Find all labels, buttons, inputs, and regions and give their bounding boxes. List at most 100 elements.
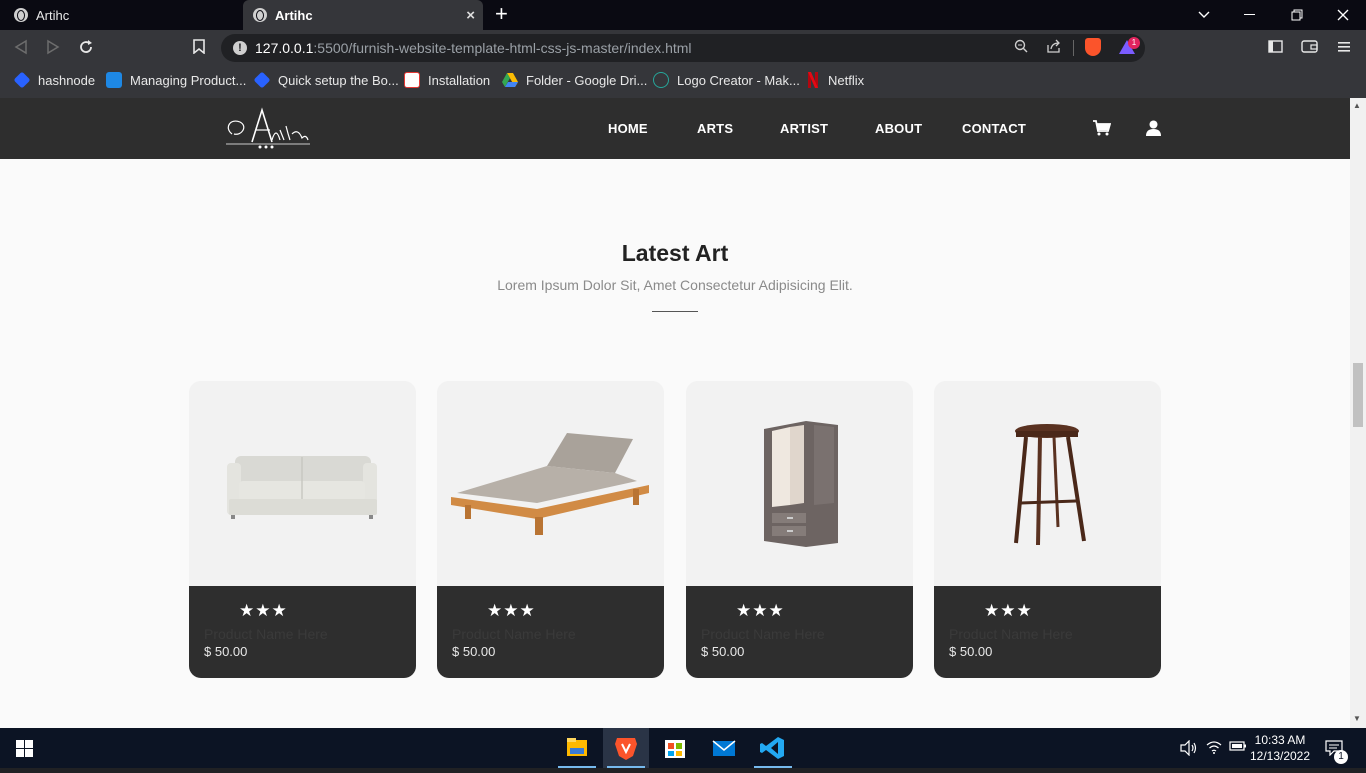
product-image-lounger[interactable] [437, 381, 664, 586]
windows-start-icon[interactable] [16, 740, 33, 762]
new-tab-button[interactable]: + [495, 3, 508, 25]
user-icon[interactable] [1146, 120, 1161, 141]
section-subtitle: Lorem Ipsum Dolor Sit, Amet Consectetur … [497, 277, 853, 293]
bookmark-label: Quick setup the Bo... [278, 72, 399, 88]
system-clock[interactable]: 10:33 AM 12/13/2022 [1248, 732, 1312, 764]
product-info: ★★★ Product Name Here $ 50.00 [437, 586, 664, 678]
nav-artist[interactable]: ARTIST [780, 121, 828, 136]
browser-toolbar: ! 127.0.0.1:5500/furnish-website-templat… [0, 30, 1366, 66]
restore-icon[interactable] [1291, 0, 1303, 30]
product-icon [106, 72, 122, 88]
bookmark-label: Logo Creator - Mak... [677, 72, 800, 88]
product-info: ★★★ Product Name Here $ 50.00 [934, 586, 1161, 678]
back-icon[interactable] [14, 39, 28, 60]
product-price: $ 50.00 [452, 644, 496, 659]
bookmark-item[interactable]: Logo Creator - Mak... [653, 72, 800, 88]
product-image-bar-stool[interactable] [934, 381, 1161, 586]
web-page: HOME ARTS ARTIST ABOUT CONTACT Latest Ar… [0, 98, 1350, 728]
windows-taskbar: 10:33 AM 12/13/2022 1 [0, 728, 1366, 768]
bookmark-item[interactable]: Installation [404, 72, 490, 88]
rating-stars: ★★★ [984, 601, 1033, 620]
bookmark-item[interactable]: Quick setup the Bo... [253, 71, 399, 89]
globe-icon [253, 8, 267, 22]
product-price: $ 50.00 [701, 644, 745, 659]
share-icon[interactable] [1046, 39, 1062, 56]
clock-time: 10:33 AM [1254, 733, 1306, 747]
file-explorer-icon[interactable] [554, 728, 600, 768]
page-scrollbar[interactable]: ▲ ▼ [1350, 98, 1366, 728]
browser-tab-active[interactable]: Artihc × [243, 0, 483, 30]
section-title: Latest Art [621, 240, 729, 266]
installation-icon [404, 72, 420, 88]
nav-home[interactable]: HOME [608, 121, 648, 136]
mail-icon[interactable] [701, 728, 747, 768]
title-divider [652, 311, 698, 312]
product-name[interactable]: Product Name Here [701, 626, 825, 642]
address-bar[interactable]: ! 127.0.0.1:5500/furnish-website-templat… [221, 34, 1145, 62]
wallet-icon[interactable] [1301, 40, 1318, 58]
vs-code-icon[interactable] [750, 728, 796, 768]
bookmark-item[interactable]: Netflix [808, 72, 864, 88]
product-name[interactable]: Product Name Here [452, 626, 576, 642]
product-card[interactable]: ★★★ Product Name Here $ 50.00 [437, 381, 664, 678]
tab-search-icon[interactable] [1198, 0, 1210, 30]
bookmark-label: Netflix [828, 72, 865, 88]
hashnode-icon [13, 71, 31, 89]
product-name[interactable]: Product Name Here [204, 626, 328, 642]
scroll-up-arrow-icon[interactable]: ▲ [1353, 101, 1361, 110]
nav-about[interactable]: ABOUT [875, 121, 922, 136]
netflix-icon [808, 72, 820, 88]
bookmark-item[interactable]: hashnode [13, 71, 95, 89]
product-card[interactable]: ★★★ Product Name Here $ 50.00 [686, 381, 913, 678]
nav-contact[interactable]: CONTACT [962, 121, 1026, 136]
bookmark-label: Managing Product... [130, 72, 247, 88]
minimize-icon[interactable] [1244, 0, 1255, 30]
browser-tab[interactable]: Artihc [0, 0, 243, 30]
close-tab-icon[interactable]: × [466, 7, 475, 24]
bookmark-icon[interactable] [193, 39, 205, 59]
diamond-icon [253, 71, 271, 89]
microsoft-store-icon[interactable] [652, 728, 698, 768]
sidebar-icon[interactable] [1268, 40, 1283, 58]
site-header: HOME ARTS ARTIST ABOUT CONTACT [0, 98, 1350, 159]
brave-shields-icon[interactable] [1085, 38, 1101, 56]
scroll-thumb[interactable] [1353, 363, 1363, 427]
reload-icon[interactable] [78, 39, 94, 60]
site-info-icon[interactable]: ! [233, 41, 247, 55]
scroll-down-arrow-icon[interactable]: ▼ [1353, 714, 1361, 723]
forward-icon[interactable] [46, 39, 60, 60]
product-name[interactable]: Product Name Here [949, 626, 1073, 642]
bookmark-label: Installation [428, 72, 491, 88]
bookmarks-bar: hashnode Managing Product... Quick setup… [0, 66, 1366, 98]
product-image-wardrobe[interactable] [686, 381, 913, 586]
toolbar-divider [1073, 40, 1074, 56]
product-card[interactable]: ★★★ Product Name Here $ 50.00 [934, 381, 1161, 678]
battery-icon[interactable] [1229, 740, 1247, 755]
close-window-icon[interactable] [1337, 0, 1349, 30]
product-info: ★★★ Product Name Here $ 50.00 [686, 586, 913, 678]
google-drive-icon [502, 72, 518, 88]
product-image-sofa[interactable] [189, 381, 416, 586]
product-card[interactable]: ★★★ Product Name Here $ 50.00 [189, 381, 416, 678]
logo-creator-icon [653, 72, 669, 88]
notification-badge: 1 [1334, 750, 1348, 764]
url-text[interactable]: 127.0.0.1:5500/furnish-website-template-… [255, 40, 692, 56]
artihc-logo[interactable] [222, 104, 312, 152]
menu-icon[interactable] [1338, 40, 1350, 58]
product-price: $ 50.00 [204, 644, 248, 659]
bookmark-item[interactable]: Folder - Google Dri... [502, 72, 647, 88]
rating-stars: ★★★ [239, 601, 288, 620]
wifi-icon[interactable] [1206, 740, 1222, 757]
rating-stars: ★★★ [487, 601, 536, 620]
zoom-icon[interactable] [1014, 39, 1028, 56]
nav-arts[interactable]: ARTS [697, 121, 733, 136]
volume-icon[interactable] [1180, 739, 1198, 759]
tab-title: Artihc [275, 7, 313, 23]
browser-tab-bar: Artihc Artihc × + [0, 0, 1366, 30]
brave-browser-icon[interactable] [603, 728, 649, 768]
product-info: ★★★ Product Name Here $ 50.00 [189, 586, 416, 678]
bookmark-label: Folder - Google Dri... [526, 72, 648, 88]
product-price: $ 50.00 [949, 644, 993, 659]
cart-icon[interactable] [1093, 120, 1112, 141]
bookmark-item[interactable]: Managing Product... [106, 72, 246, 88]
